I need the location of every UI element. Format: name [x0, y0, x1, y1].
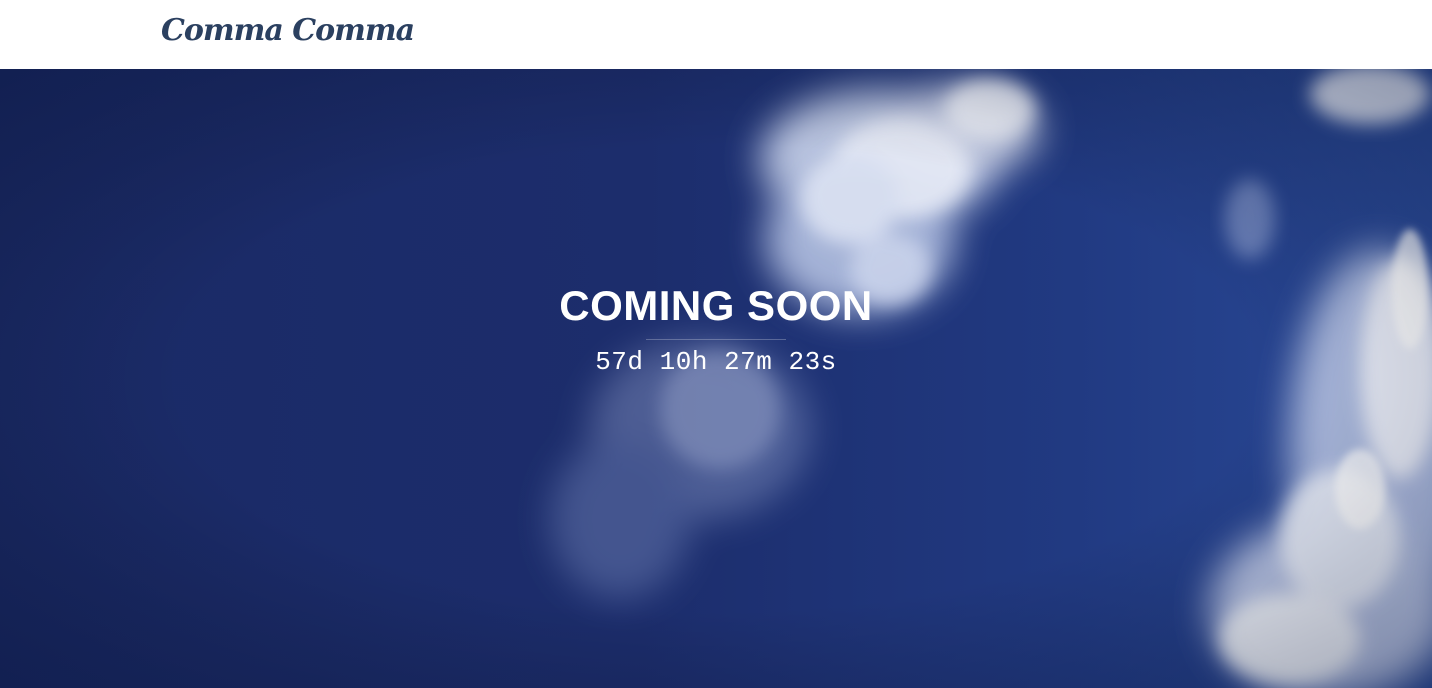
countdown-days: 57d — [595, 347, 644, 377]
countdown-timer: 57d 10h 27m 23s — [0, 344, 1432, 380]
countdown-seconds: 23s — [788, 347, 837, 377]
hero-section: COMING SOON 57d 10h 27m 23s — [0, 69, 1432, 688]
site-logo[interactable]: Comma Comma — [161, 11, 415, 51]
title-divider — [646, 339, 786, 340]
coming-soon-block: COMING SOON 57d 10h 27m 23s — [0, 281, 1432, 380]
countdown-hours: 10h — [659, 347, 708, 377]
site-header: Comma Comma — [0, 0, 1432, 69]
countdown-minutes: 27m — [724, 347, 773, 377]
coming-soon-title: COMING SOON — [559, 282, 873, 329]
